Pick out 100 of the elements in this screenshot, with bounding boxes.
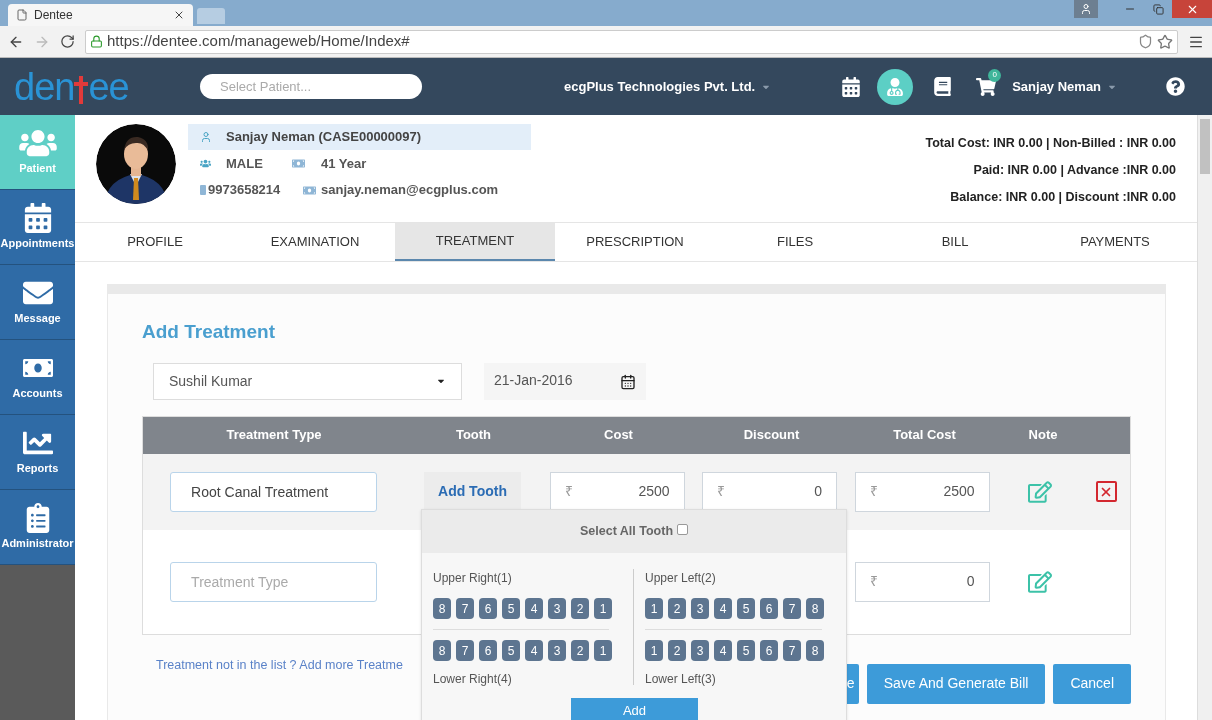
amount-field[interactable]: ₹ 2500	[549, 471, 685, 512]
quadrant-label: Upper Right(1)	[433, 570, 513, 584]
company-dropdown[interactable]: ecgPlus Technologies Pvt. Ltd.	[564, 76, 772, 97]
sidebar-item[interactable]: Appointments	[0, 190, 75, 265]
tooth-button[interactable]: 5	[737, 640, 755, 661]
add-more-treatment-link[interactable]: Treatment not in the list ? Add more Treatme	[156, 655, 403, 704]
reload-icon[interactable]	[60, 34, 75, 49]
patient-search-field[interactable]: Select Patient...	[200, 74, 422, 99]
tooth-button[interactable]: 4	[525, 640, 543, 661]
star-icon[interactable]	[1157, 33, 1173, 50]
sidebar-label: Appointments	[0, 235, 75, 251]
column-header: Tooth	[455, 426, 492, 445]
delete-button[interactable]	[1095, 481, 1117, 502]
profile-button[interactable]	[1074, 0, 1098, 18]
calendar-icon	[22, 202, 53, 233]
gender-icon	[200, 158, 211, 169]
tooth-button[interactable]: 8	[433, 640, 451, 661]
tooth-button[interactable]: 2	[668, 640, 686, 661]
tab[interactable]: PROFILE	[75, 223, 235, 261]
patient-gender: MALE	[226, 154, 264, 173]
treatment-type-field[interactable]: Treatment Type	[170, 561, 378, 602]
tooth-button[interactable]: 1	[594, 598, 612, 619]
tooth-button[interactable]: 7	[783, 640, 801, 661]
date-field[interactable]: 21-Jan-2016	[484, 362, 646, 400]
add-tooth-button[interactable]: Add Tooth	[424, 471, 521, 512]
tooth-button[interactable]: 8	[806, 640, 824, 661]
column-header: Treatment Type	[226, 426, 322, 445]
tooth-button[interactable]: 4	[525, 598, 543, 619]
patient-name-bar: Sanjay Neman (CASE00000097)	[188, 124, 531, 150]
tooth-button[interactable]: 5	[737, 598, 755, 619]
action-button[interactable]: Save And Generate Bill	[866, 663, 1046, 704]
app-logo[interactable]: den ee	[14, 67, 200, 106]
patient-phone: 9973658214	[208, 181, 282, 200]
shield-icon[interactable]	[1138, 34, 1153, 49]
tooth-button[interactable]: 6	[760, 640, 778, 661]
sidebar-label: Accounts	[12, 385, 63, 401]
column-header: Total Cost	[893, 426, 956, 445]
sidebar-label: Patient	[19, 160, 56, 176]
rupee-symbol: ₹	[869, 482, 878, 501]
tooth-button[interactable]: 6	[479, 598, 497, 619]
doctor-select[interactable]: Sushil Kumar	[153, 362, 462, 400]
tooth-button[interactable]: 7	[456, 640, 474, 661]
tab[interactable]: FILES	[715, 223, 875, 261]
amount-field[interactable]: ₹ 2500	[854, 471, 990, 512]
tooth-button[interactable]: 4	[714, 598, 732, 619]
tooth-button[interactable]: 8	[806, 598, 824, 619]
tooth-button[interactable]: 4	[714, 640, 732, 661]
sidebar-label: Message	[14, 310, 61, 326]
tooth-button[interactable]: 2	[571, 640, 589, 661]
tooth-button[interactable]: 7	[456, 598, 474, 619]
scrollbar[interactable]	[1197, 115, 1212, 720]
tooth-button[interactable]: 7	[783, 598, 801, 619]
book-icon[interactable]	[933, 77, 953, 96]
sidebar-item[interactable]: Reports	[0, 415, 75, 490]
tooth-button[interactable]: 6	[760, 598, 778, 619]
action-button[interactable]: Cancel	[1053, 663, 1131, 704]
tab[interactable]: PRESCRIPTION	[555, 223, 715, 261]
tooth-button[interactable]: 3	[548, 640, 566, 661]
amount-value: 2500	[943, 482, 975, 501]
quadrant-label: Lower Right(4)	[433, 671, 513, 685]
help-icon[interactable]	[1166, 77, 1185, 96]
cart-icon[interactable]	[976, 76, 997, 97]
amount-field[interactable]: ₹ 0	[702, 471, 838, 512]
amount-value: 0	[966, 572, 975, 591]
billing-summary-line: Balance: INR 0.00 | Discount :INR 0.00	[950, 189, 1176, 203]
tooth-button[interactable]: 2	[571, 598, 589, 619]
user-menu[interactable]: Sanjay Neman	[1012, 76, 1118, 97]
tooth-button[interactable]: 3	[548, 598, 566, 619]
close-window-button[interactable]	[1172, 0, 1212, 18]
doctor-button[interactable]	[877, 68, 914, 105]
tooth-button[interactable]: 2	[668, 598, 686, 619]
tab[interactable]: BILL	[875, 223, 1035, 261]
tooth-button[interactable]: 1	[645, 640, 663, 661]
calendar-icon[interactable]	[841, 76, 862, 97]
sidebar-item[interactable]: Accounts	[0, 340, 75, 415]
browser-tab[interactable]: Dentee	[8, 4, 193, 26]
amount-field[interactable]: ₹ 0	[854, 561, 990, 602]
treatment-type-field[interactable]: Root Canal Treatment	[170, 471, 378, 512]
close-icon[interactable]	[173, 9, 185, 21]
add-teeth-button[interactable]: Add	[571, 698, 698, 720]
tooth-button[interactable]: 3	[691, 598, 709, 619]
select-all-checkbox[interactable]	[677, 524, 689, 535]
select-all-label: Select All Tooth	[579, 523, 674, 541]
address-field[interactable]: https://dentee.com/manageweb/Home/Index#	[85, 29, 1178, 54]
sidebar-item[interactable]: Administrator	[0, 490, 75, 565]
tooth-button[interactable]: 6	[479, 640, 497, 661]
quadrant-label: Lower Left(3)	[645, 671, 717, 685]
tab[interactable]: TREATMENT	[395, 223, 555, 261]
billing-summary-line: Paid: INR 0.00 | Advance :INR 0.00	[973, 162, 1176, 176]
tooth-button[interactable]: 1	[645, 598, 663, 619]
tooth-button[interactable]: 1	[594, 640, 612, 661]
tab[interactable]: EXAMINATION	[235, 223, 395, 261]
tab[interactable]: PAYMENTS	[1035, 223, 1195, 261]
tooth-button[interactable]: 3	[691, 640, 709, 661]
restore-icon	[1152, 3, 1164, 15]
tooth-button[interactable]: 5	[502, 640, 520, 661]
tooth-button[interactable]: 5	[502, 598, 520, 619]
column-header: Note	[1028, 426, 1058, 445]
tooth-button[interactable]: 8	[433, 598, 451, 619]
sidebar-item[interactable]: Message	[0, 265, 75, 340]
